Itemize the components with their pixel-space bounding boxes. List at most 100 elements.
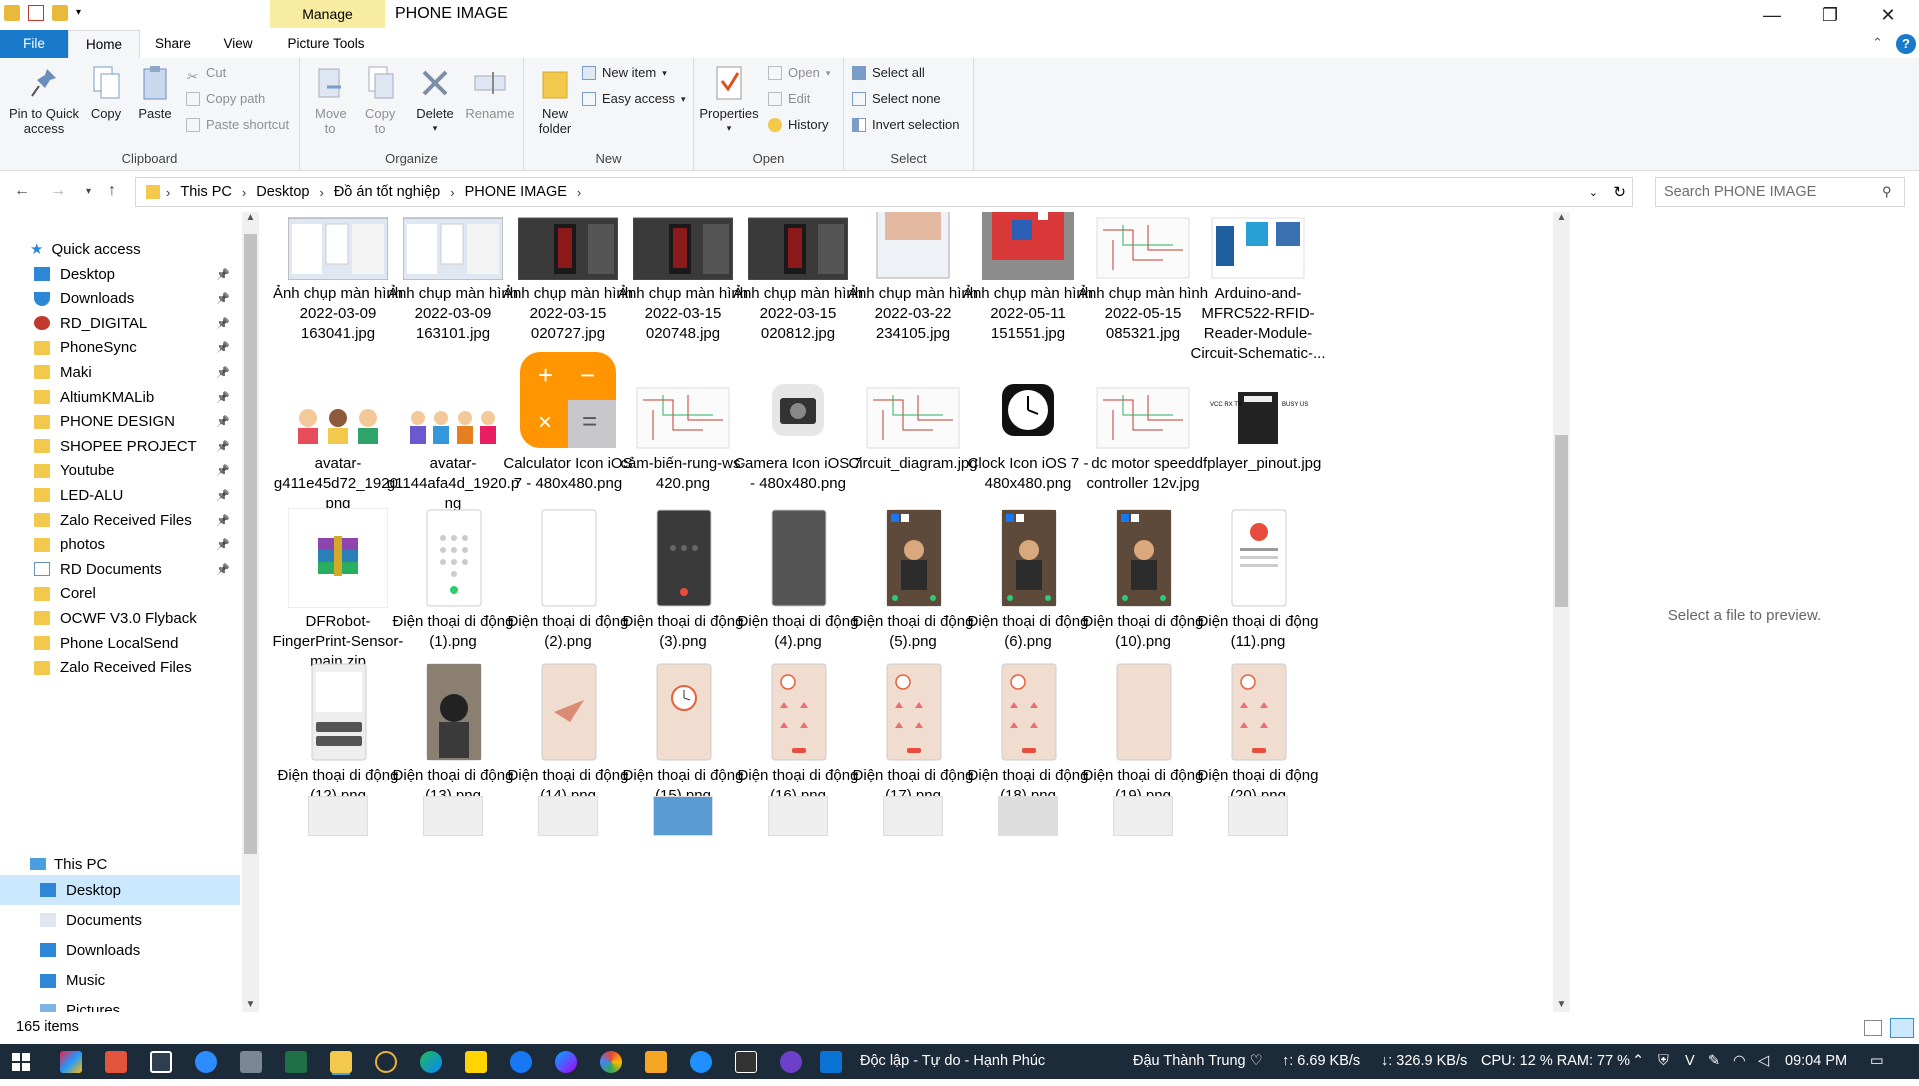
tab-manage[interactable]: Manage	[270, 0, 385, 28]
pin-icon[interactable]: 📌	[216, 514, 230, 527]
pin-icon[interactable]: 📌	[216, 464, 230, 477]
tab-picture-tools[interactable]: Picture Tools	[272, 30, 380, 58]
cut-button[interactable]: ✂ Cut	[186, 62, 226, 84]
file-thumbnail-partial[interactable]	[308, 796, 368, 836]
sidebar-item[interactable]: Downloads	[0, 935, 240, 965]
file-item[interactable]: Điện thoại di động (11).png	[1188, 500, 1328, 652]
breadcrumb-this-pc[interactable]: This PC	[180, 184, 232, 200]
minimize-button[interactable]: —	[1743, 0, 1801, 30]
search-input[interactable]: Search PHONE IMAGE	[1655, 177, 1905, 207]
pin-icon[interactable]: 📌	[216, 341, 230, 354]
zoom-icon[interactable]	[195, 1051, 217, 1073]
breadcrumb-desktop[interactable]: Desktop	[256, 184, 309, 200]
shield-icon[interactable]: ⛨	[1658, 1053, 1669, 1069]
vietkey-icon[interactable]: V	[1685, 1053, 1695, 1069]
scroll-up-icon[interactable]: ▲	[1553, 212, 1570, 223]
recorder-app-icon[interactable]	[105, 1051, 127, 1073]
select-none-button[interactable]: Select none	[852, 88, 941, 110]
back-arrow-icon[interactable]: ←	[14, 182, 30, 200]
file-thumbnail-partial[interactable]	[768, 796, 828, 836]
copy-to-button[interactable]: Copy to	[360, 64, 400, 136]
paste-button[interactable]: Paste	[132, 64, 178, 121]
file-explorer-icon[interactable]	[330, 1051, 352, 1073]
pin-icon[interactable]: 📌	[216, 268, 230, 281]
pin-icon[interactable]: 📌	[216, 563, 230, 576]
chevron-down-icon[interactable]: ▾	[76, 5, 92, 21]
scroll-up-icon[interactable]: ▲	[242, 212, 259, 223]
copilot-icon[interactable]	[60, 1051, 82, 1073]
content-scroll-thumb[interactable]	[1555, 435, 1568, 607]
maximize-button[interactable]: ❐	[1801, 0, 1859, 30]
sidebar-scroll-thumb[interactable]	[244, 234, 257, 854]
address-dropdown-icon[interactable]: ⌄	[1589, 186, 1598, 199]
scroll-down-icon[interactable]: ▼	[1553, 999, 1570, 1010]
easy-access-button[interactable]: Easy access ▾	[582, 88, 686, 110]
properties-icon[interactable]	[28, 5, 44, 21]
help-icon[interactable]: ?	[1896, 34, 1916, 54]
sidebar-scrollbar[interactable]: ▲ ▼	[242, 212, 259, 1012]
pin-icon[interactable]: 📌	[216, 391, 230, 404]
shazam-icon[interactable]	[690, 1051, 712, 1073]
show-hidden-icons-icon[interactable]: ⌃	[1632, 1053, 1644, 1069]
invert-selection-button[interactable]: Invert selection	[852, 114, 959, 136]
new-folder-button[interactable]: New folder	[532, 64, 578, 136]
file-thumbnail-partial[interactable]	[653, 796, 713, 836]
pin-icon[interactable]: 📌	[216, 489, 230, 502]
breadcrumb-phone-image[interactable]: PHONE IMAGE	[465, 184, 567, 200]
tab-share[interactable]: Share	[145, 30, 201, 58]
pin-icon[interactable]: 📌	[216, 538, 230, 551]
scroll-down-icon[interactable]: ▼	[242, 999, 259, 1010]
sidebar-item[interactable]: Zalo Received Files	[0, 653, 240, 683]
new-folder-icon[interactable]	[52, 5, 68, 21]
calculator-icon[interactable]	[240, 1051, 262, 1073]
select-all-button[interactable]: Select all	[852, 62, 925, 84]
content-scrollbar[interactable]: ▲ ▼	[1553, 212, 1570, 1012]
tab-view[interactable]: View	[210, 30, 266, 58]
sidebar-item[interactable]: Desktop	[0, 875, 240, 905]
new-item-button[interactable]: New item ▾	[582, 62, 667, 84]
sidebar-item[interactable]: Music	[0, 966, 240, 996]
file-thumbnail-partial[interactable]	[1228, 796, 1288, 836]
move-to-button[interactable]: Move to	[310, 64, 350, 136]
files-app-icon[interactable]	[645, 1051, 667, 1073]
pin-icon[interactable]: 📌	[216, 366, 230, 379]
rename-button[interactable]: Rename	[462, 64, 518, 121]
file-thumbnail-partial[interactable]	[1113, 796, 1173, 836]
file-thumbnail-partial[interactable]	[423, 796, 483, 836]
edit-button[interactable]: Edit	[768, 88, 810, 110]
history-button[interactable]: History	[768, 114, 828, 136]
close-button[interactable]: ✕	[1859, 0, 1917, 30]
up-arrow-icon[interactable]: ↑	[108, 182, 116, 200]
file-thumbnail-partial[interactable]	[538, 796, 598, 836]
pen-icon[interactable]: ✎	[1708, 1053, 1720, 1069]
refresh-icon[interactable]: ↻	[1613, 183, 1626, 201]
file-thumbnail-partial[interactable]	[883, 796, 943, 836]
altium-icon[interactable]	[820, 1051, 842, 1073]
excel-icon[interactable]	[285, 1051, 307, 1073]
notification-icon[interactable]: ▭	[1870, 1053, 1884, 1069]
task-view-icon[interactable]	[150, 1051, 172, 1073]
large-icons-view-icon[interactable]	[1890, 1018, 1914, 1038]
tab-home[interactable]: Home	[68, 30, 140, 58]
pin-icon[interactable]: 📌	[216, 440, 230, 453]
file-thumbnail-partial[interactable]	[998, 796, 1058, 836]
pin-icon[interactable]: 📌	[216, 415, 230, 428]
details-view-icon[interactable]	[1864, 1020, 1882, 1036]
pin-to-quick-access-button[interactable]: Pin to Quick access	[4, 64, 84, 136]
delete-button[interactable]: Delete ▾	[412, 64, 458, 136]
breadcrumb-do-an[interactable]: Đồ án tốt nghiệp	[334, 184, 440, 200]
address-bar[interactable]: › This PC › Desktop › Đồ án tốt nghiệp › PH…	[135, 177, 1633, 207]
open-button[interactable]: Open ▾	[768, 62, 830, 84]
volume-icon[interactable]: ◁	[1758, 1053, 1769, 1069]
file-item[interactable]: VCC RX TX BUSY USB dfplayer_pinout.jpg	[1188, 342, 1328, 474]
github-icon[interactable]	[780, 1051, 802, 1073]
collapse-ribbon-icon[interactable]: ⌃	[1872, 35, 1883, 51]
properties-button[interactable]: Properties ▾	[698, 64, 760, 136]
forward-arrow-icon[interactable]: →	[50, 182, 66, 200]
wifi-icon[interactable]: ◠	[1733, 1053, 1746, 1069]
paste-shortcut-button[interactable]: Paste shortcut	[186, 114, 289, 136]
recent-locations-chevron-icon[interactable]: ▾	[86, 186, 91, 197]
start-button[interactable]	[12, 1053, 30, 1071]
file-item[interactable]: Điện thoại di động (20).png	[1188, 654, 1328, 806]
tab-file[interactable]: File	[0, 30, 68, 58]
